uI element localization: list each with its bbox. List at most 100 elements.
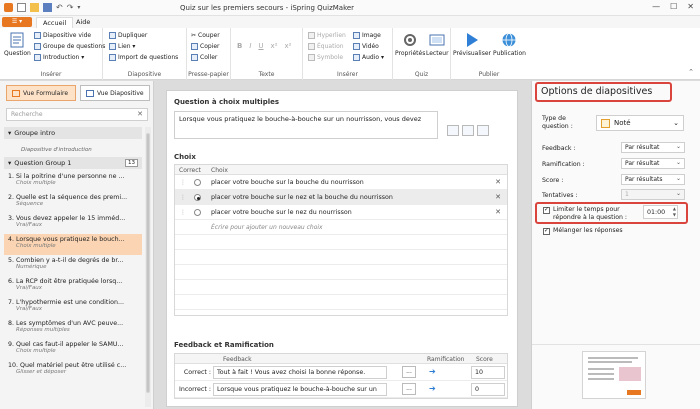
time-limit-input[interactable]: 01:00 ▲ ▼ [643,205,678,219]
correct-radio[interactable] [194,209,201,216]
superscript-button[interactable]: x² [271,42,278,50]
slide-list-item[interactable]: 6. La RCP doit être pratiquée lorsq... Vr… [4,276,142,297]
attempts-select[interactable]: 1 ⌄ [621,189,685,200]
insert-audio-icon[interactable] [477,125,489,136]
choice-text[interactable]: placer votre bouche sur le nez du nourri… [211,209,352,216]
slide-list-item[interactable]: 9. Quel cas faut-il appeler le SAMU... Ch… [4,339,142,360]
slide-list-item[interactable]: 7. L'hypothermie est une condition... Vra… [4,297,142,318]
question-type-select[interactable]: Noté ⌄ [596,115,684,131]
insert-video-icon[interactable] [462,125,474,136]
close-icon[interactable]: ✕ [687,2,694,11]
choice-text[interactable]: placer votre bouche sur la bouche du nou… [211,179,364,186]
audio-button[interactable]: Audio ▾ [353,54,384,61]
insert-image-icon[interactable] [447,125,459,136]
correct-radio[interactable] [194,179,201,186]
correct-radio[interactable] [194,194,201,201]
customize-dropdown-icon[interactable]: ▾ [77,4,80,11]
file-menu-button[interactable]: ☰ ▾ [2,17,32,27]
properties-button[interactable]: Propriétés [395,32,425,57]
image-button[interactable]: Image [353,32,381,39]
maximize-icon[interactable]: ☐ [670,2,677,11]
copy-button[interactable]: Copier [191,43,220,50]
slide-view-button[interactable]: Vue Diapositive [80,85,150,101]
subscript-button[interactable]: x² [285,42,292,50]
choice-row[interactable]: ⋮ placer votre bouche sur le nez du nourr… [175,205,507,220]
drag-handle-icon[interactable]: ⋮ [180,194,186,201]
slide-list-item[interactable]: 3. Vous devez appeler le 15 imméd... Vrai… [4,213,142,234]
minimize-icon[interactable]: — [652,2,660,11]
group-intro-header[interactable]: ▾ Groupe intro [4,127,142,139]
branch-arrow-icon[interactable]: ➔ [429,367,436,376]
form-view-button[interactable]: Vue Formulaire [6,85,76,101]
slide-list-item[interactable]: 10. Quel matériel peut être utilisé c...… [4,360,142,381]
video-button[interactable]: Vidéo [353,43,379,50]
introduction-button[interactable]: Introduction ▾ [34,54,84,61]
bold-button[interactable]: B [237,42,242,50]
question-text-field[interactable]: Lorsque vous pratiquez le bouche-à-bouch… [174,111,438,139]
choice-text[interactable]: placer votre bouche sur le nez et la bou… [211,194,393,201]
equation-button[interactable]: Équation [308,43,344,50]
redo-icon[interactable]: ↷ [67,3,74,12]
branching-select[interactable]: Par résultat ⌄ [621,158,685,169]
feedback-text-field[interactable]: Tout à fait ! Vous avez choisi la bonne … [213,366,387,379]
more-options-button[interactable]: ... [402,366,416,378]
slide-list-item[interactable]: 2. Quelle est la séquence des premi... Sé… [4,192,142,213]
drag-handle-icon[interactable]: ⋮ [180,179,186,186]
delete-choice-icon[interactable]: ✕ [495,178,501,186]
drag-handle-icon[interactable]: ⋮ [180,209,186,216]
slide-list-item[interactable]: 8. Les symptômes d'un AVC peuve... Répons… [4,318,142,339]
question-group-header[interactable]: ▾ Question Group 1 13 [4,157,142,169]
symbol-button[interactable]: Symbole [308,54,343,61]
blank-slide-button[interactable]: Diapositive vide [34,32,91,39]
slide-list-scrollbar[interactable] [145,127,151,407]
preview-button[interactable]: Prévisualiser [453,32,491,57]
slide-list-item[interactable]: 1. Si la poitrine d'une personne ne ... C… [4,171,142,192]
italic-button[interactable]: I [249,42,251,50]
new-icon[interactable] [17,3,26,12]
score-input[interactable]: 0 [471,383,505,396]
slide-list-item[interactable]: 4. Lorsque vous pratiquez le bouch... Cho… [4,234,142,255]
open-folder-icon[interactable] [30,3,39,12]
branch-arrow-icon[interactable]: ➔ [429,384,436,393]
score-select[interactable]: Par résultats ⌄ [621,174,685,185]
time-limit-checkbox[interactable] [543,206,550,214]
paste-button[interactable]: Coller [191,54,217,61]
hyperlink-button[interactable]: Hyperlien [308,32,346,39]
add-choice-field[interactable]: Écrire pour ajouter un nouveau choix [175,220,507,235]
player-button[interactable]: Lecteur [426,32,449,57]
feedback-text-field[interactable]: Lorsque vous pratiquez le bouche-à-bouch… [213,383,387,396]
spinner-arrows-icon[interactable]: ▲ ▼ [673,206,676,218]
link-button[interactable]: Lien ▾ [109,43,135,50]
delete-choice-icon[interactable]: ✕ [495,193,501,201]
import-questions-button[interactable]: Import de questions [109,54,178,61]
choice-row[interactable]: ⋮ placer votre bouche sur la bouche du no… [175,175,507,190]
question-button[interactable]: Question [4,32,31,57]
undo-icon[interactable]: ↶ [56,3,63,12]
question-group-button[interactable]: Groupe de questions [34,43,105,50]
choice-row[interactable]: ⋮ placer votre bouche sur le nez et la bo… [175,190,507,205]
tab-accueil[interactable]: Accueil [36,17,74,28]
duplicate-button[interactable]: Dupliquer [109,32,147,39]
slide-thumbnail[interactable] [582,351,646,399]
collapse-arrow-icon[interactable]: ▾ [8,159,11,167]
thumbnail-image [619,367,641,381]
search-placeholder: Recherche [11,111,43,118]
more-options-button[interactable]: ... [402,383,416,395]
search-input[interactable]: Recherche ✕ [6,108,148,121]
slide-list-item[interactable]: 5. Combien y a-t-il de degrés de br... Nu… [4,255,142,276]
underline-button[interactable]: U [258,42,263,50]
score-input[interactable]: 10 [471,366,505,379]
publish-button[interactable]: Publication [493,32,526,57]
cut-button[interactable]: ✂ Couper [191,32,220,39]
scrollbar-thumb[interactable] [146,133,150,393]
tab-aide[interactable]: Aide [70,17,96,28]
intro-slide-item[interactable]: Diapositive d'introduction [4,141,142,157]
save-icon[interactable] [43,3,52,12]
delete-choice-icon[interactable]: ✕ [495,208,501,216]
clear-search-icon[interactable]: ✕ [137,110,143,118]
chevron-down-icon: ⌄ [675,190,681,197]
collapse-arrow-icon[interactable]: ▾ [8,129,11,137]
shuffle-checkbox[interactable] [543,227,550,235]
collapse-ribbon-icon[interactable]: ⌃ [688,68,694,76]
feedback-select[interactable]: Par résultat ⌄ [621,142,685,153]
